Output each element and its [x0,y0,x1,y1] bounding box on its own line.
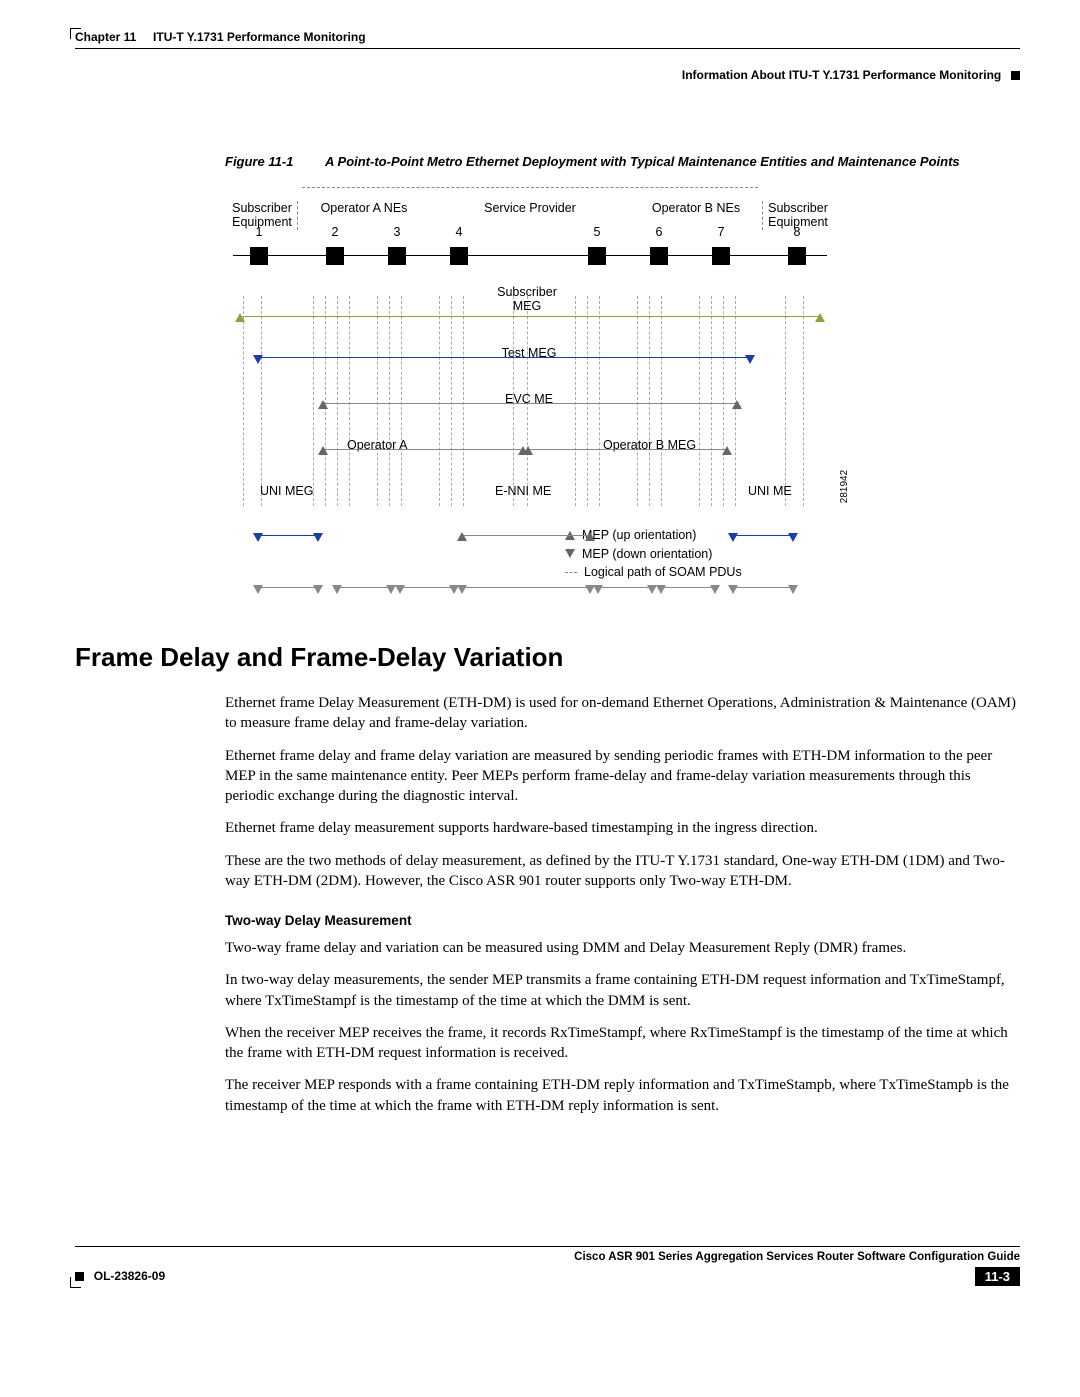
diagram-top-labels: Subscriber Equipment Operator A NEs Serv… [225,201,835,230]
decorative-square-icon [1011,71,1020,80]
paragraph: Ethernet frame delay and frame delay var… [225,746,1020,807]
paragraph: Two-way frame delay and variation can be… [225,938,1020,958]
label-uni-meg: UNI MEG [260,484,313,498]
body-text: Ethernet frame Delay Measurement (ETH-DM… [225,693,1020,1116]
paragraph: These are the two methods of delay measu… [225,851,1020,892]
chapter-label: Chapter 11 ITU-T Y.1731 Performance Moni… [75,30,366,44]
network-diagram: Subscriber Equipment Operator A NEs Serv… [225,187,835,582]
footer-guide-title: Cisco ASR 901 Series Aggregation Service… [75,1251,1020,1263]
paragraph: In two-way delay measurements, the sende… [225,970,1020,1011]
paragraph: The receiver MEP responds with a frame c… [225,1075,1020,1116]
figure-ref-number: 281942 [839,470,850,503]
figure-title: A Point-to-Point Metro Ethernet Deployme… [325,154,1020,169]
paragraph: When the receiver MEP receives the frame… [225,1023,1020,1064]
section-heading: Frame Delay and Frame-Delay Variation [75,642,1020,673]
chapter-title: ITU-T Y.1731 Performance Monitoring [153,30,366,44]
subsection-heading: Two-way Delay Measurement [225,913,1020,928]
chapter-number: Chapter 11 [75,30,136,44]
label-enni-me: E-NNI ME [495,484,551,498]
logical-path-icon [565,572,577,573]
paragraph: Ethernet frame Delay Measurement (ETH-DM… [225,693,1020,734]
figure-number: Figure 11-1 [225,154,325,169]
mep-down-icon [565,549,575,558]
section-title-right: Information About ITU-T Y.1731 Performan… [682,68,1001,82]
label-subscriber-meg: Subscriber MEG [487,286,567,314]
label-operator-a-nes: Operator A NEs [299,201,429,230]
paragraph: Ethernet frame delay measurement support… [225,818,1020,838]
page-number: 11-3 [975,1267,1020,1286]
label-uni-me: UNI ME [748,484,792,498]
figure-block: Figure 11-1 A Point-to-Point Metro Ether… [225,154,1020,582]
page-footer: Cisco ASR 901 Series Aggregation Service… [75,1246,1020,1263]
diagram-node-row: 1 2 3 4 5 6 7 8 [225,234,835,276]
page-header: Chapter 11 ITU-T Y.1731 Performance Moni… [75,30,1020,49]
document-id: OL-23826-09 [94,1269,165,1283]
